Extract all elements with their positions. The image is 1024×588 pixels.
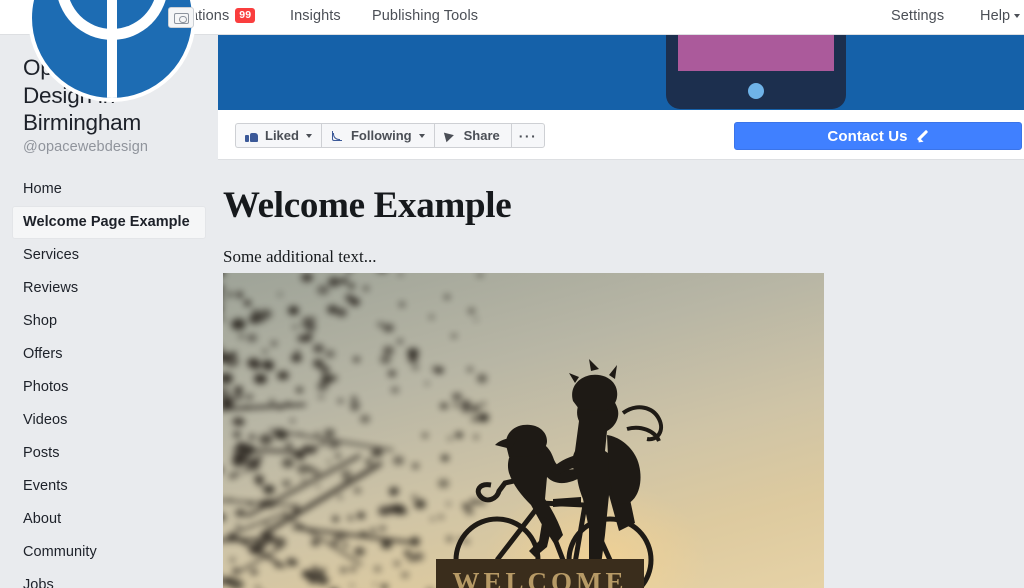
nav-item-notifications[interactable]: ations 99	[190, 8, 256, 24]
sidebar-item-photos[interactable]: Photos	[12, 371, 206, 404]
notifications-badge: 99	[235, 8, 256, 23]
chevron-down-icon	[418, 133, 425, 138]
page-sidebar: Opace - Web Design in Birmingham @opacew…	[0, 35, 218, 588]
thumbs-up-icon	[245, 130, 258, 142]
nav-item-settings[interactable]: Settings	[891, 8, 944, 24]
nav-item-help[interactable]: Help	[980, 8, 1021, 24]
pencil-icon	[916, 130, 929, 143]
page-action-button-group: Liked Following Share ···	[235, 123, 546, 148]
nav-item-insights[interactable]: Insights	[290, 8, 341, 24]
sidebar-item-welcome-page-example[interactable]: Welcome Page Example	[12, 205, 206, 239]
following-button-label: Following	[350, 128, 412, 143]
page-action-bar: Liked Following Share ··· Contact Us	[218, 110, 1024, 160]
rss-icon	[331, 130, 344, 142]
nav-item-publishing-tools[interactable]: Publishing Tools	[372, 8, 478, 24]
liked-button[interactable]: Liked	[235, 123, 321, 148]
sidebar-item-offers[interactable]: Offers	[12, 338, 206, 371]
contact-us-button-label: Contact Us	[827, 127, 908, 145]
share-button-label: Share	[463, 128, 500, 143]
cover-device-screen	[678, 35, 834, 71]
nav-item-help-label: Help	[980, 8, 1011, 24]
sidebar-item-home[interactable]: Home	[12, 173, 206, 206]
camera-icon[interactable]	[168, 7, 194, 28]
sidebar-nav-list: Home Welcome Page Example Services Reviews S…	[0, 173, 218, 588]
liked-button-label: Liked	[265, 128, 299, 143]
sidebar-item-about[interactable]: About	[12, 503, 206, 536]
welcome-subtext: Some additional text...	[223, 247, 377, 266]
share-arrow-icon	[442, 128, 458, 143]
logo-stem-shape	[107, 0, 117, 98]
sidebar-item-community[interactable]: Community	[12, 536, 206, 569]
cover-photo[interactable]	[218, 35, 1024, 110]
chevron-down-icon	[1014, 14, 1021, 18]
sidebar-item-services[interactable]: Services	[12, 239, 206, 272]
welcome-heading: Welcome Example	[223, 185, 512, 226]
chevron-down-icon	[305, 133, 312, 138]
page-main-content: Welcome Example Some additional text...	[218, 161, 1024, 588]
cover-device-home-button	[748, 83, 764, 99]
welcome-sign-text: WELCOME	[452, 567, 628, 588]
contact-us-button[interactable]: Contact Us	[734, 122, 1022, 150]
welcome-sign: WELCOME	[436, 559, 644, 588]
more-options-button[interactable]: ···	[510, 123, 546, 148]
welcome-photo[interactable]: WELCOME	[223, 273, 824, 588]
sidebar-item-shop[interactable]: Shop	[12, 305, 206, 338]
page-handle: @opacewebdesign	[23, 138, 149, 155]
sidebar-item-jobs[interactable]: Jobs	[12, 569, 206, 588]
following-button[interactable]: Following	[320, 123, 434, 148]
cover-device-graphic	[666, 35, 846, 109]
sidebar-item-events[interactable]: Events	[12, 470, 206, 503]
facebook-page-editor: ations 99 Insights Publishing Tools Setti…	[0, 0, 1024, 588]
sidebar-item-videos[interactable]: Videos	[12, 404, 206, 437]
bicycle-children-silhouette	[453, 359, 664, 588]
share-button[interactable]: Share	[433, 123, 511, 148]
sidebar-item-reviews[interactable]: Reviews	[12, 272, 206, 305]
sidebar-item-posts[interactable]: Posts	[12, 437, 206, 470]
